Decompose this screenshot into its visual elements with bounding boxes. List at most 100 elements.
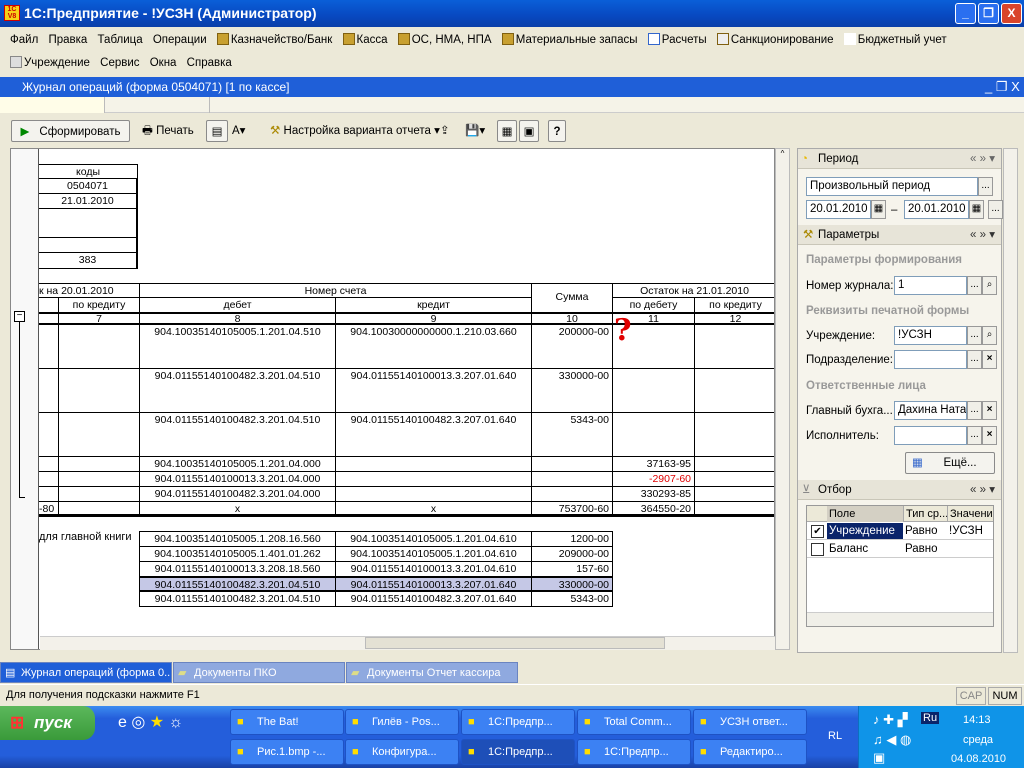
table-cell[interactable]: [694, 368, 774, 413]
debit-account[interactable]: 904.10035140105005.1.201.04.510: [139, 324, 336, 369]
form-tab[interactable]: [105, 97, 210, 113]
save-icon[interactable]: 💾▾: [465, 120, 485, 142]
header-balance-end[interactable]: Остаток на 21.01.2010: [612, 283, 774, 298]
upload-icon[interactable]: ⇪: [440, 120, 450, 142]
balance-debit[interactable]: 37163-95: [612, 456, 695, 472]
code-value[interactable]: [39, 208, 138, 238]
menu-institution[interactable]: Учреждение: [24, 52, 90, 74]
table-cell[interactable]: [58, 501, 140, 517]
taskbar-button[interactable]: ■ 1С:Предпр...: [577, 739, 691, 765]
select-button[interactable]: ...: [967, 401, 982, 420]
select-button[interactable]: ...: [967, 426, 982, 445]
filter-row[interactable]: Баланс Равно: [807, 541, 993, 558]
table-cell[interactable]: [694, 324, 774, 369]
ledger-sum[interactable]: 330000-00: [531, 576, 613, 592]
help-button[interactable]: ?: [548, 120, 566, 142]
ledger-credit[interactable]: 904.10035140105005.1.201.04.610: [335, 531, 532, 547]
filter-table[interactable]: Поле Тип ср... Значение ✔ Учреждение Рав…: [806, 505, 994, 627]
menu-operations[interactable]: Операции: [153, 29, 207, 51]
ledger-sum[interactable]: 157-60: [531, 561, 613, 577]
sum-cell[interactable]: 5343-00: [531, 412, 613, 457]
window-tab-journal[interactable]: ▤ Журнал операций (форма 0...: [0, 662, 172, 683]
search-icon[interactable]: ⌕: [982, 326, 997, 345]
balance-debit[interactable]: -2907-60: [612, 471, 695, 487]
taskbar-button[interactable]: ■ 1С:Предпр...: [461, 739, 575, 765]
org-field[interactable]: !УСЗН: [894, 326, 967, 345]
window-tab-pko[interactable]: ▰ Документы ПКО: [173, 662, 345, 683]
ledger-debit[interactable]: 904.10035140105005.1.208.16.560: [139, 531, 336, 547]
table-cell[interactable]: [58, 486, 140, 502]
clear-icon[interactable]: ×: [982, 401, 997, 420]
debit-account[interactable]: 904.01155140100482.3.201.04.510: [139, 368, 336, 413]
taskbar-button[interactable]: ■ The Bat!: [230, 709, 344, 735]
sum-cell[interactable]: [531, 486, 613, 502]
menu-assets[interactable]: ОС, НМА, НПА: [412, 29, 492, 51]
menu-budget[interactable]: Бюджетный учет: [858, 29, 947, 51]
chief-accountant-field[interactable]: Дахина Ната...: [894, 401, 967, 420]
period-to-field[interactable]: 20.01.2010: [904, 200, 969, 219]
table-cell[interactable]: [58, 324, 140, 369]
menu-cash[interactable]: Касса: [357, 29, 388, 51]
col-type[interactable]: Тип ср...: [903, 506, 948, 522]
balance-debit[interactable]: 330293-85: [612, 486, 695, 502]
section-nav-icons[interactable]: « » ▾: [970, 149, 995, 169]
taskbar-button[interactable]: ■ УСЗН ответ...: [693, 709, 807, 735]
quick-launch-icons[interactable]: e ◎ ★ ☼: [118, 712, 183, 732]
period-dialog-button[interactable]: ...: [988, 200, 1003, 219]
menu-sanction[interactable]: Санкционирование: [731, 29, 834, 51]
credit-account[interactable]: [335, 456, 532, 472]
journal-number-field[interactable]: 1: [894, 276, 967, 295]
debit-account[interactable]: 904.01155140100013.3.201.04.000: [139, 471, 336, 487]
sum-cell[interactable]: [531, 456, 613, 472]
table-cell[interactable]: [39, 297, 59, 313]
taskbar-button[interactable]: ■ 1С:Предпр...: [461, 709, 575, 735]
header-sum[interactable]: Сумма: [531, 283, 613, 313]
code-value[interactable]: 21.01.2010: [39, 193, 138, 209]
params-section-header[interactable]: ⚒ Параметры « » ▾: [798, 225, 1001, 245]
minimize-button[interactable]: _: [955, 3, 976, 24]
filter-checkbox[interactable]: [811, 543, 824, 556]
taskbar-button[interactable]: ■ Гилёв - Pos...: [345, 709, 459, 735]
table-cell[interactable]: [39, 456, 59, 472]
taskbar-button[interactable]: ■ Редактиро...: [693, 739, 807, 765]
menu-windows[interactable]: Окна: [150, 52, 177, 74]
table-cell[interactable]: [58, 368, 140, 413]
filter-value[interactable]: !УСЗН: [949, 523, 983, 539]
total-credit[interactable]: x: [335, 501, 532, 517]
form-tab[interactable]: [0, 97, 105, 113]
ledger-debit[interactable]: 904.01155140100482.3.201.04.510: [139, 591, 336, 607]
select-button[interactable]: ...: [967, 276, 982, 295]
total-cell[interactable]: -80: [39, 501, 59, 517]
filter-row[interactable]: ✔ Учреждение Равно !УСЗН: [807, 523, 993, 540]
taskbar-button[interactable]: ■ Конфигура...: [345, 739, 459, 765]
balance-debit[interactable]: [612, 412, 695, 457]
period-type-field[interactable]: Произвольный период: [806, 177, 978, 196]
col-field[interactable]: Поле: [827, 506, 903, 522]
codes-header[interactable]: коды: [39, 164, 138, 179]
section-nav-icons[interactable]: « » ▾: [970, 480, 995, 500]
tray-language[interactable]: Ru: [921, 712, 940, 724]
table-cell[interactable]: [694, 501, 774, 517]
total-balance-debit[interactable]: 364550-20: [612, 501, 695, 517]
credit-account[interactable]: 904.10030000000000.1.210.03.660: [335, 324, 532, 369]
total-sum[interactable]: 753700-60: [531, 501, 613, 517]
select-button[interactable]: ...: [967, 326, 982, 345]
table-cell[interactable]: [694, 456, 774, 472]
variant-settings-button[interactable]: ⚒ Настройка варианта отчета ▾: [270, 120, 440, 142]
code-value[interactable]: 383: [39, 252, 138, 269]
clock-time[interactable]: 14:13: [963, 714, 991, 726]
settings-panel-icon[interactable]: ▣: [519, 120, 539, 142]
period-select-button[interactable]: ...: [978, 177, 993, 196]
ledger-debit[interactable]: 904.01155140100013.3.208.18.560: [139, 561, 336, 577]
close-button[interactable]: X: [1001, 3, 1022, 24]
taskbar-button[interactable]: ■ Total Comm...: [577, 709, 691, 735]
menu-service[interactable]: Сервис: [100, 52, 139, 74]
panel-toggle-icon[interactable]: ▦: [497, 120, 517, 142]
select-button[interactable]: ...: [967, 350, 982, 369]
more-button[interactable]: ▦ Ещё...: [905, 452, 995, 474]
debit-account[interactable]: 904.01155140100482.3.201.04.510: [139, 412, 336, 457]
period-from-field[interactable]: 20.01.2010: [806, 200, 871, 219]
clear-icon[interactable]: ×: [982, 426, 997, 445]
sum-cell[interactable]: 200000-00: [531, 324, 613, 369]
font-icon[interactable]: A▾: [232, 120, 245, 142]
